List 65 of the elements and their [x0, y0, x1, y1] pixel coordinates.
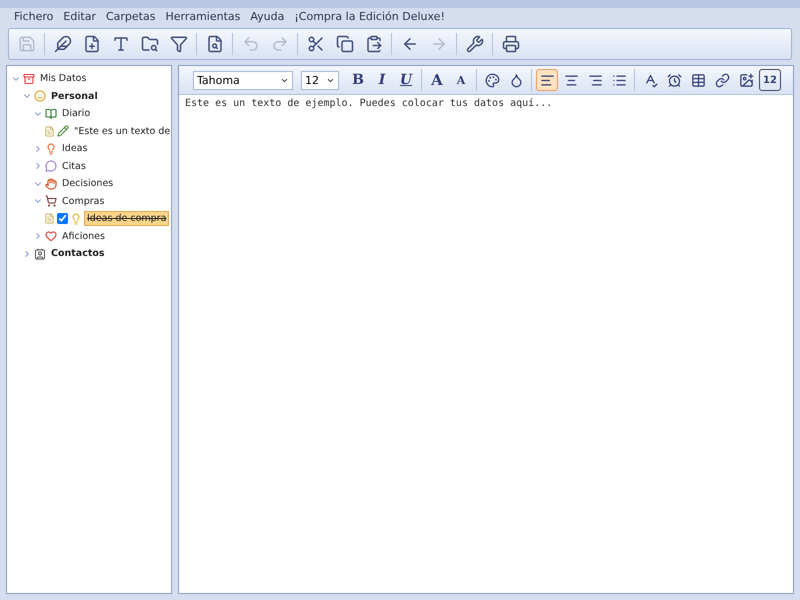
task-checkbox[interactable] — [57, 213, 68, 224]
tree-item[interactable]: Diario — [59, 106, 94, 122]
table-icon — [690, 72, 706, 88]
add-image-icon — [738, 72, 754, 88]
speech-bubble-icon — [45, 160, 57, 172]
align-left-button[interactable] — [536, 69, 558, 91]
align-right-icon — [588, 72, 602, 88]
page-icon — [44, 126, 55, 137]
paste-icon — [364, 35, 382, 53]
cart-icon — [45, 195, 57, 208]
align-center-icon — [564, 72, 578, 88]
italic-button[interactable]: I — [371, 69, 393, 91]
feather-icon — [54, 35, 72, 53]
smiley-icon — [34, 90, 46, 102]
align-left-icon — [540, 72, 554, 88]
tree-item[interactable]: Mis Datos — [37, 71, 90, 86]
menu-item[interactable]: Carpetas — [106, 10, 156, 23]
grow-font-button[interactable]: A — [426, 69, 448, 91]
shrink-font-button[interactable]: A — [450, 69, 472, 91]
tree-item[interactable]: Personal — [48, 88, 101, 104]
tree-item[interactable]: Aficiones — [59, 228, 108, 244]
page-icon — [44, 213, 55, 224]
calendar-button[interactable]: 12 — [759, 69, 781, 91]
palette-icon — [484, 72, 500, 88]
tree-item[interactable]: Decisiones — [59, 176, 116, 192]
scissors-icon — [306, 35, 324, 53]
bold-button[interactable]: B — [347, 69, 369, 91]
pencil-icon — [57, 125, 69, 138]
contact-card-icon — [34, 248, 46, 260]
box-icon — [23, 72, 35, 85]
tree-item[interactable]: Ideas — [59, 141, 90, 156]
text-icon — [112, 35, 130, 53]
menu-item[interactable]: Editar — [63, 10, 96, 23]
undo-icon — [242, 35, 260, 53]
heart-icon — [45, 230, 57, 242]
underline-button[interactable]: U — [395, 69, 417, 91]
book-icon — [45, 108, 57, 120]
menu-item[interactable]: Herramientas — [165, 10, 240, 23]
tree-item[interactable]: "Este es un texto de — [71, 124, 171, 139]
tree-item[interactable]: Compras — [59, 194, 108, 209]
folder-search-icon — [140, 35, 158, 53]
tree-item[interactable]: Ideas de compra — [84, 211, 170, 226]
tree-item[interactable]: Citas — [59, 158, 89, 174]
editor-text[interactable]: Este es un texto de ejemplo. Puedes colocar tus datos aquí... — [179, 95, 793, 593]
page-search-icon — [206, 35, 224, 53]
droplet-icon — [508, 72, 524, 88]
tree-item[interactable]: Contactos — [48, 246, 108, 262]
menu-item[interactable]: Ayuda — [250, 10, 284, 23]
lightbulb-icon — [45, 142, 57, 155]
redo-icon — [270, 35, 288, 53]
lightbulb-icon — [70, 212, 82, 225]
save-icon — [18, 35, 36, 53]
copy-icon — [336, 35, 354, 53]
list-icon — [612, 72, 626, 88]
alarm-clock-icon — [666, 72, 682, 88]
wrench-icon — [466, 35, 484, 53]
printer-icon — [502, 35, 520, 53]
new-page-icon — [82, 35, 100, 53]
menu-item[interactable]: ¡Compra la Edición Deluxe! — [294, 10, 445, 23]
size-select[interactable]: 12 — [301, 70, 339, 90]
hand-icon — [45, 178, 57, 190]
link-icon — [714, 72, 730, 88]
menu-item[interactable]: Fichero — [14, 10, 54, 23]
font-select[interactable]: Tahoma — [193, 70, 293, 90]
filter-icon — [170, 35, 188, 53]
